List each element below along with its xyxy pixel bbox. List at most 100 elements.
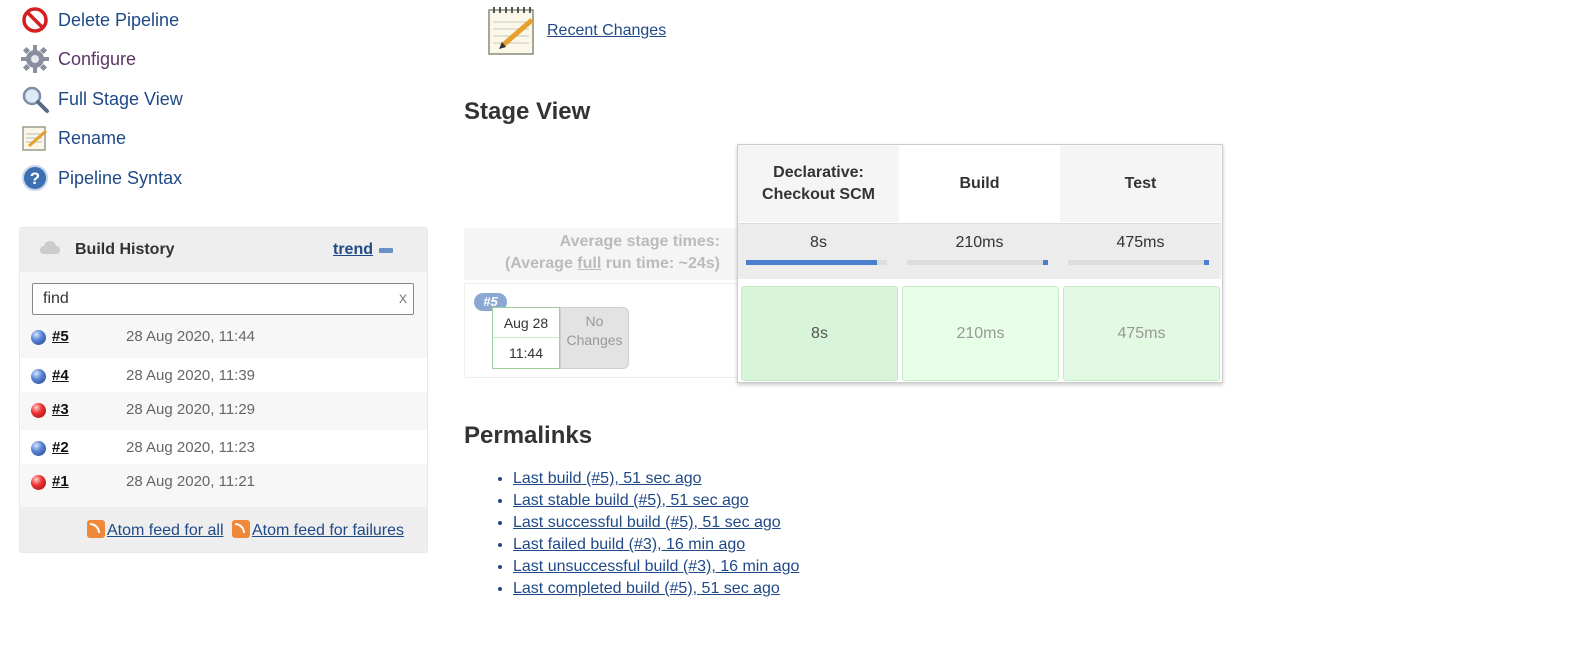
stage-cell[interactable]: 8s: [741, 286, 898, 381]
build-history-title: Build History: [75, 241, 175, 258]
svg-text:?: ?: [30, 169, 40, 188]
permalink-last-failed[interactable]: Last failed build (#3), 16 min ago: [513, 536, 745, 553]
permalink-last-completed[interactable]: Last completed build (#5), 51 sec ago: [513, 580, 780, 597]
cloud-icon: [39, 240, 61, 261]
stage-header: Build: [899, 145, 1060, 222]
atom-feed-all-link[interactable]: Atom feed for all: [107, 522, 224, 539]
full-run-link[interactable]: full: [577, 255, 601, 272]
permalinks-title: Permalinks: [464, 422, 593, 449]
build-date: 28 Aug 2020, 11:29: [126, 401, 256, 418]
stage-name-line1: Build: [959, 174, 1000, 192]
stage-column: Test 475ms 475ms: [1060, 145, 1221, 382]
stage-cell-time: 210ms: [956, 324, 1005, 342]
task-configure[interactable]: Configure: [20, 43, 136, 75]
stage-average-bar-fill: [746, 260, 878, 265]
pipeline-syntax-link[interactable]: Pipeline Syntax: [58, 168, 182, 189]
stage-name-line2: Checkout SCM: [762, 185, 875, 203]
task-delete-pipeline[interactable]: Delete Pipeline: [20, 4, 179, 36]
average-stage-times-label: Average stage times:: [559, 233, 720, 250]
stage-cell-time: 475ms: [1117, 324, 1166, 342]
feed-links: Atom feed for all Atom feed for failures: [87, 520, 404, 540]
permalink-last-build[interactable]: Last build (#5), 51 sec ago: [513, 470, 702, 487]
stage-cell-time: 8s: [811, 324, 828, 342]
build-number-link[interactable]: #4: [52, 367, 69, 384]
stage-cell[interactable]: 475ms: [1063, 286, 1220, 381]
build-row: #2 28 Aug 2020, 11:23: [20, 430, 427, 466]
build-search-input[interactable]: [41, 289, 385, 309]
permalink-item: Last successful build (#5), 51 sec ago: [513, 512, 799, 534]
stage-header: Test: [1060, 145, 1221, 222]
permalinks-list: Last build (#5), 51 sec ago Last stable …: [464, 468, 799, 600]
gear-icon: [20, 44, 50, 74]
recent-changes-link[interactable]: Recent Changes: [547, 22, 666, 40]
stage-average-bar: [1068, 260, 1209, 265]
collapse-icon[interactable]: [379, 248, 393, 253]
permalink-last-unsuccessful[interactable]: Last unsuccessful build (#3), 16 min ago: [513, 558, 799, 575]
stage-view-title: Stage View: [464, 98, 591, 125]
delete-icon: [20, 5, 50, 35]
trend-link[interactable]: trend: [333, 241, 373, 259]
status-red-ball-icon: [31, 403, 46, 418]
run-date: Aug 28: [503, 315, 549, 331]
run-date-box: Aug 28 11:44: [492, 307, 560, 369]
status-blue-ball-icon: [31, 441, 46, 456]
permalink-last-stable[interactable]: Last stable build (#5), 51 sec ago: [513, 492, 749, 509]
stage-header: Declarative: Checkout SCM: [738, 145, 899, 222]
status-red-ball-icon: [31, 475, 46, 490]
status-blue-ball-icon: [31, 330, 46, 345]
no-changes-line2: Changes: [566, 332, 623, 348]
permalink-item: Last unsuccessful build (#3), 16 min ago: [513, 556, 799, 578]
magnifier-icon: [20, 84, 50, 114]
rss-icon: [87, 520, 105, 538]
build-search-box[interactable]: x: [32, 283, 414, 315]
stage-average-time: 210ms: [955, 234, 1004, 251]
build-date: 28 Aug 2020, 11:23: [126, 439, 256, 456]
build-history-header: Build History trend: [20, 228, 427, 272]
average-times-box: Average stage times: (Average full run t…: [464, 228, 738, 280]
stage-table: Declarative: Checkout SCM 8s 8s Build 210…: [737, 144, 1223, 383]
permalink-item: Last failed build (#3), 16 min ago: [513, 534, 799, 556]
task-full-stage-view[interactable]: Full Stage View: [20, 83, 183, 115]
stage-average-bar: [746, 260, 887, 265]
configure-link[interactable]: Configure: [58, 49, 136, 70]
delete-pipeline-link[interactable]: Delete Pipeline: [58, 10, 179, 31]
run-time: 11:44: [509, 345, 543, 361]
stage-average-bar: [907, 260, 1048, 265]
no-changes-line1: No: [585, 313, 604, 329]
stage-name-line1: Declarative:: [773, 163, 864, 181]
stage-name-line1: Test: [1124, 174, 1157, 192]
task-rename[interactable]: Rename: [20, 122, 126, 154]
build-number-link[interactable]: #2: [52, 439, 69, 456]
stage-column: Build 210ms 210ms: [899, 145, 1060, 382]
stage-average: 210ms: [899, 223, 1060, 279]
build-number-link[interactable]: #5: [52, 328, 69, 345]
permalink-item: Last completed build (#5), 51 sec ago: [513, 578, 799, 600]
clear-search-icon[interactable]: x: [399, 290, 407, 308]
average-full-run-label: (Average full run time: ~24s): [505, 255, 720, 273]
atom-feed-failures-link[interactable]: Atom feed for failures: [252, 522, 404, 539]
task-pipeline-syntax[interactable]: ? Pipeline Syntax: [20, 162, 182, 194]
no-changes-box[interactable]: No Changes: [560, 307, 629, 369]
build-row: #1 28 Aug 2020, 11:21: [20, 464, 427, 500]
rss-icon: [231, 520, 250, 538]
notepad-icon: [20, 123, 50, 153]
full-stage-view-link[interactable]: Full Stage View: [58, 89, 183, 110]
build-number-link[interactable]: #3: [52, 401, 69, 418]
build-date: 28 Aug 2020, 11:44: [126, 328, 256, 345]
stage-average-bar-fill: [1204, 260, 1209, 265]
stage-average: 8s: [738, 223, 899, 279]
stage-average-time: 475ms: [1116, 234, 1165, 251]
stage-average-bar-fill: [1043, 260, 1048, 265]
build-number-link[interactable]: #1: [52, 473, 69, 490]
stage-average: 475ms: [1060, 223, 1221, 279]
status-blue-ball-icon: [31, 369, 46, 384]
stage-average-time: 8s: [810, 234, 827, 251]
build-history-footer: Atom feed for all Atom feed for failures: [20, 507, 427, 552]
build-date: 28 Aug 2020, 11:21: [126, 473, 256, 490]
permalink-item: Last build (#5), 51 sec ago: [513, 468, 799, 490]
build-history-widget: Build History trend x #5 28 Aug 2020, 11…: [19, 227, 428, 553]
stage-cell[interactable]: 210ms: [902, 286, 1059, 381]
rename-link[interactable]: Rename: [58, 128, 126, 149]
permalink-item: Last stable build (#5), 51 sec ago: [513, 490, 799, 512]
permalink-last-successful[interactable]: Last successful build (#5), 51 sec ago: [513, 514, 781, 531]
